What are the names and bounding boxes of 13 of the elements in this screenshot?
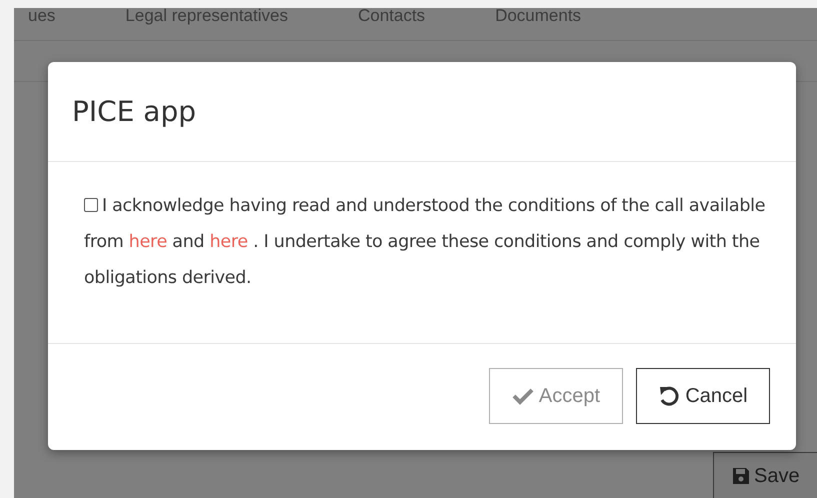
here-link[interactable]: here [210,232,248,252]
tab[interactable]: Legal representatives [125,8,288,24]
tab[interactable]: Documents [495,8,582,24]
consent-text: I acknowledge having read and understood the conditions of the call available from here and here . I undertake to agree these conditions and comply with the obligations derived. [84,195,766,290]
check-icon [512,387,534,405]
tab[interactable]: Contacts [358,8,426,24]
undo-icon [658,385,680,407]
cancel-button[interactable]: Cancel [636,368,770,424]
tab[interactable]: ues [28,8,56,24]
save-button[interactable]: Save [713,452,817,498]
checkbox[interactable] [84,198,98,212]
dialog-title: PICE app [72,95,196,128]
here-link[interactable]: here [128,232,168,252]
